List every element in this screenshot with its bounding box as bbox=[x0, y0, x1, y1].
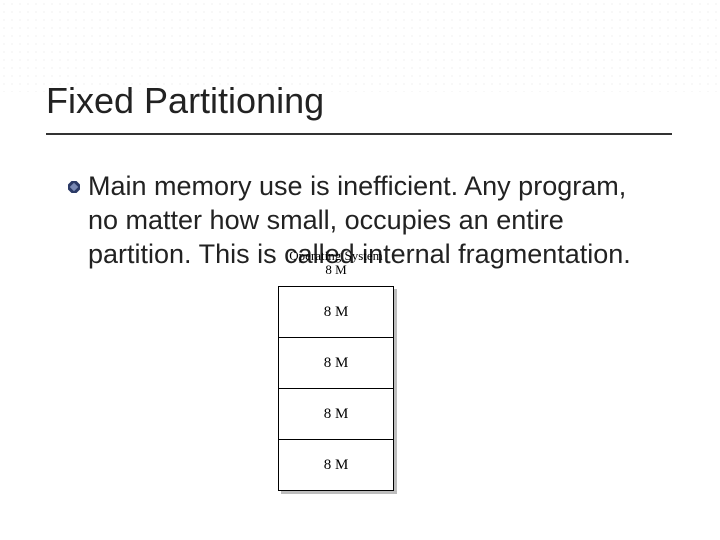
partition-box: 8 M bbox=[278, 337, 394, 389]
partition-box: 8 M bbox=[278, 388, 394, 440]
partition-label: 8 M bbox=[278, 337, 394, 389]
os-size: 8 M bbox=[266, 262, 406, 278]
slide-background-dots bbox=[0, 0, 720, 92]
partition-label: 8 M bbox=[278, 388, 394, 440]
title-underline bbox=[46, 133, 672, 135]
diamond-bullet-icon bbox=[68, 180, 80, 192]
slide-title: Fixed Partitioning bbox=[46, 80, 324, 122]
partition-label: 8 M bbox=[278, 439, 394, 491]
partition-box: 8 M bbox=[278, 439, 394, 491]
memory-diagram: Operating System 8 M 8 M 8 M 8 M 8 M bbox=[266, 248, 406, 491]
partition-box: 8 M bbox=[278, 286, 394, 338]
partition-label: 8 M bbox=[278, 286, 394, 338]
